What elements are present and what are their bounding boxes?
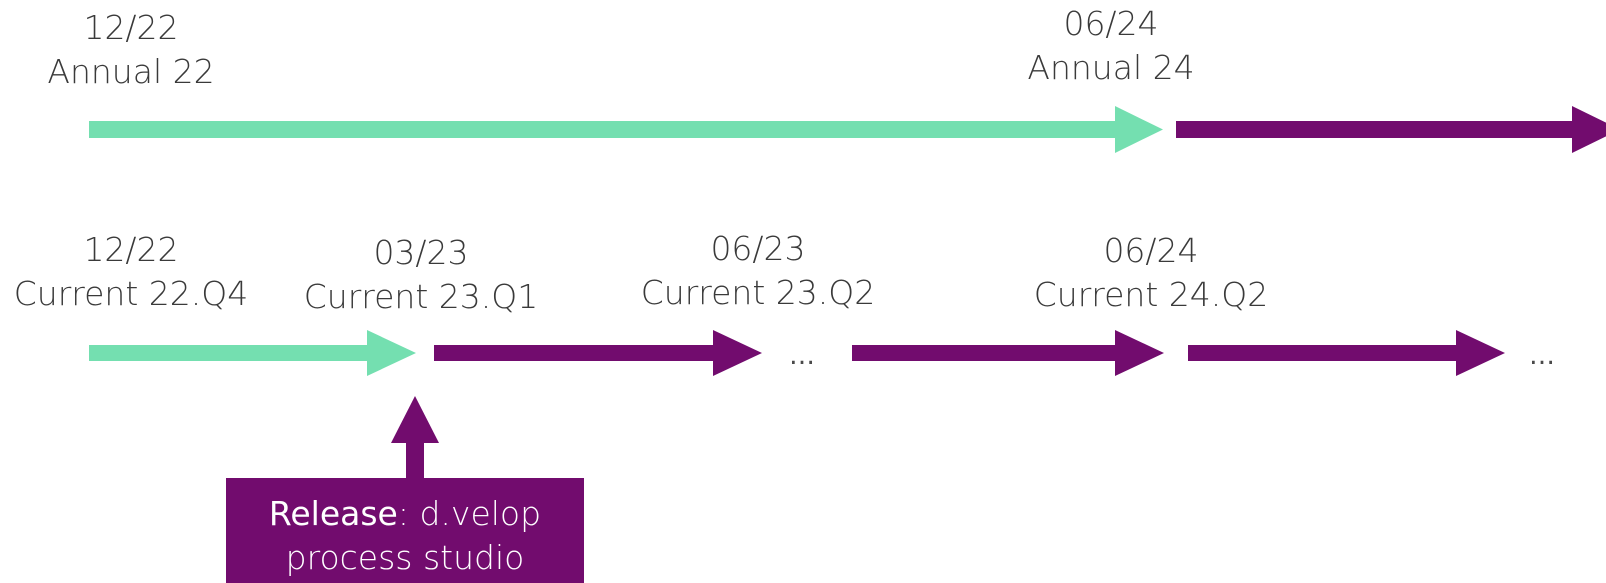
annual-22-arrow-head	[1115, 106, 1163, 153]
release-callout-line2: process studio	[285, 538, 525, 577]
annual-24-arrow-shaft	[1176, 121, 1574, 138]
annual-22-date: 12/22	[83, 8, 179, 47]
current-24q2-date: 06/24	[1103, 231, 1199, 270]
current-23q1-arrow-head	[713, 330, 762, 376]
current-23q1-arrow-shaft	[434, 345, 716, 361]
current-23q2-arrow-head	[1115, 330, 1164, 376]
annual-24-label: 06/24 Annual 24	[1027, 2, 1194, 90]
annual-24-name: Annual 24	[1027, 48, 1195, 87]
current-23q1-name: Current 23.Q1	[303, 277, 539, 316]
release-pointer-shaft	[406, 440, 424, 480]
current-23q2-date: 06/23	[710, 229, 806, 268]
current-22q4-name: Current 22.Q4	[13, 274, 249, 313]
current-22q4-label: 12/22 Current 22.Q4	[14, 228, 248, 316]
current-24q2-arrow-shaft	[1188, 345, 1460, 361]
annual-24-date: 06/24	[1063, 4, 1159, 43]
current-22q4-arrow-head	[367, 330, 416, 376]
annual-row-arrows	[89, 106, 1606, 153]
ellipsis-after-24q2: …	[1529, 341, 1555, 371]
annual-22-arrow-shaft	[89, 121, 1117, 138]
current-23q1-date: 03/23	[373, 233, 469, 272]
current-24q2-label: 06/24 Current 24.Q2	[1034, 229, 1268, 317]
release-pointer-arrow	[391, 396, 439, 480]
release-pointer-head	[391, 396, 439, 443]
current-23q2-name: Current 23.Q2	[640, 273, 876, 312]
release-callout-product: : d.velop	[397, 494, 542, 533]
release-callout-box: Release: d.velop process studio	[226, 478, 584, 583]
current-23q2-label: 06/23 Current 23.Q2	[641, 227, 875, 315]
current-22q4-date: 12/22	[83, 230, 179, 269]
ellipsis-after-23q2: …	[789, 341, 815, 371]
annual-24-arrow-head	[1572, 106, 1606, 153]
current-23q2-arrow-shaft	[852, 345, 1118, 361]
current-24q2-arrow-head	[1456, 330, 1505, 376]
current-23q1-label: 03/23 Current 23.Q1	[304, 231, 538, 319]
annual-22-label: 12/22 Annual 22	[47, 6, 214, 94]
current-22q4-arrow-shaft	[89, 345, 371, 361]
release-callout-prefix: Release	[268, 494, 398, 533]
release-callout-line1: Release: d.velop	[226, 492, 584, 536]
annual-22-name: Annual 22	[47, 52, 215, 91]
current-24q2-name: Current 24.Q2	[1033, 275, 1269, 314]
